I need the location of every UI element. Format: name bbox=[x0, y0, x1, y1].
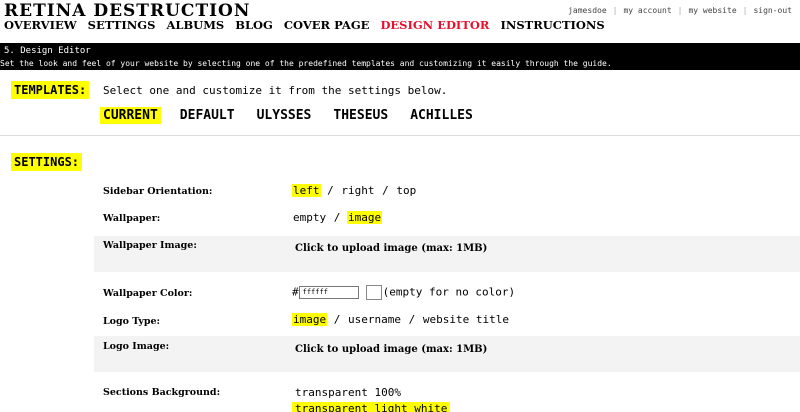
option-image[interactable]: image bbox=[347, 211, 383, 224]
divider bbox=[0, 135, 800, 136]
option-left[interactable]: left bbox=[292, 184, 321, 197]
option-username[interactable]: username bbox=[347, 313, 402, 326]
user-links: jamesdoe | my account | my website | sig… bbox=[568, 6, 792, 15]
template-achilles[interactable]: ACHILLES bbox=[407, 107, 476, 124]
settings-label: SETTINGS: bbox=[11, 153, 83, 171]
wallpaper-options: empty / image bbox=[292, 211, 383, 224]
templates-label: TEMPLATES: bbox=[11, 81, 90, 99]
nav-instructions[interactable]: INSTRUCTIONS bbox=[500, 18, 604, 32]
template-current[interactable]: CURRENT bbox=[100, 107, 161, 124]
wallpaper-color-input[interactable]: ffffff bbox=[298, 286, 359, 299]
wallpaper-upload-button[interactable]: Click to upload image (max: 1MB) bbox=[295, 243, 487, 254]
separator: / bbox=[327, 184, 334, 197]
option-website-title[interactable]: website title bbox=[422, 313, 510, 326]
sidebar-orientation-options: left / right / top bbox=[292, 184, 417, 197]
my-account-link[interactable]: my account bbox=[623, 6, 671, 15]
separator: / bbox=[382, 184, 389, 197]
color-note: (empty for no color) bbox=[382, 285, 516, 299]
sections-background-option-2[interactable]: transparent light white bbox=[292, 402, 451, 412]
nav-settings[interactable]: SETTINGS bbox=[88, 18, 156, 32]
templates-description: Select one and customize it from the set… bbox=[103, 84, 448, 97]
wallpaper-color-label: Wallpaper Color: bbox=[103, 288, 193, 299]
sections-background-option-1[interactable]: transparent 100% bbox=[295, 386, 401, 399]
hash-symbol: # bbox=[292, 285, 299, 299]
nav-blog[interactable]: BLOG bbox=[235, 18, 273, 32]
page-description: Set the look and feel of your website by… bbox=[0, 59, 612, 68]
sidebar-orientation-label: Sidebar Orientation: bbox=[103, 186, 213, 197]
option-empty[interactable]: empty bbox=[292, 211, 327, 224]
sign-out-link[interactable]: sign-out bbox=[753, 6, 792, 15]
template-list: CURRENT DEFAULT ULYSSES THESEUS ACHILLES bbox=[100, 107, 476, 124]
template-default[interactable]: DEFAULT bbox=[177, 107, 238, 124]
page-title: 5. Design Editor bbox=[4, 46, 91, 56]
wallpaper-image-row bbox=[94, 236, 800, 272]
option-image[interactable]: image bbox=[292, 313, 328, 326]
separator: / bbox=[408, 313, 416, 326]
template-theseus[interactable]: THESEUS bbox=[330, 107, 391, 124]
logo-type-label: Logo Type: bbox=[103, 316, 161, 327]
wallpaper-color-control: # ffffff (empty for no color) bbox=[292, 285, 515, 300]
option-top[interactable]: top bbox=[395, 184, 417, 197]
nav-cover-page[interactable]: COVER PAGE bbox=[284, 18, 370, 32]
separator: | bbox=[612, 6, 618, 15]
wallpaper-label: Wallpaper: bbox=[103, 213, 161, 224]
separator: | bbox=[677, 6, 683, 15]
sections-background-label: Sections Background: bbox=[103, 387, 221, 398]
option-right[interactable]: right bbox=[340, 184, 375, 197]
template-ulysses[interactable]: ULYSSES bbox=[254, 107, 315, 124]
main-nav: OVERVIEW SETTINGS ALBUMS BLOG COVER PAGE… bbox=[4, 18, 605, 32]
nav-overview[interactable]: OVERVIEW bbox=[4, 18, 77, 32]
logo-upload-button[interactable]: Click to upload image (max: 1MB) bbox=[295, 344, 487, 355]
section-header-bar: 5. Design Editor Set the look and feel o… bbox=[0, 43, 800, 70]
separator: / bbox=[333, 211, 341, 224]
username-link[interactable]: jamesdoe bbox=[568, 6, 607, 15]
nav-albums[interactable]: ALBUMS bbox=[166, 18, 224, 32]
separator: | bbox=[742, 6, 748, 15]
wallpaper-image-label: Wallpaper Image: bbox=[103, 240, 197, 251]
nav-design-editor[interactable]: DESIGN EDITOR bbox=[380, 18, 489, 32]
color-swatch[interactable] bbox=[365, 285, 382, 300]
logo-image-label: Logo Image: bbox=[103, 341, 170, 352]
logo-type-options: image / username / website title bbox=[292, 313, 510, 326]
separator: / bbox=[333, 313, 341, 326]
my-website-link[interactable]: my website bbox=[688, 6, 736, 15]
